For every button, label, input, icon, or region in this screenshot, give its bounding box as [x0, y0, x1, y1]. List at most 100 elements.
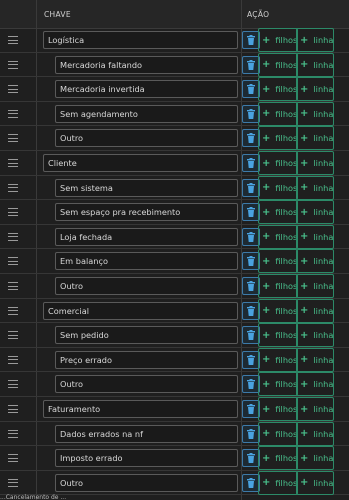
add-children-button[interactable]: + filhos: [258, 77, 298, 102]
key-field-parent[interactable]: Comercial: [43, 301, 238, 320]
key-field-child[interactable]: Preço errado: [55, 350, 238, 369]
key-field-child[interactable]: Imposto errado: [55, 449, 238, 468]
plus-icon: +: [262, 83, 271, 95]
add-row-button[interactable]: + linha: [296, 397, 334, 421]
drag-handle-icon[interactable]: [8, 306, 18, 315]
drag-handle-icon[interactable]: [8, 331, 18, 340]
plus-icon: +: [262, 206, 271, 218]
add-row-button[interactable]: + linha: [296, 421, 334, 446]
key-field-child[interactable]: Sem pedido: [55, 326, 238, 345]
drag-handle-icon[interactable]: [8, 208, 18, 217]
add-row-button[interactable]: + linha: [296, 77, 334, 102]
add-children-label: filhos: [275, 305, 298, 316]
add-children-button[interactable]: + filhos: [258, 421, 298, 446]
key-field-child[interactable]: Outro: [55, 277, 238, 295]
key-field-child[interactable]: Dados errados na nf: [55, 424, 238, 443]
trash-icon: [247, 428, 255, 439]
col-header-key: CHAVE: [44, 10, 71, 19]
add-children-button[interactable]: + filhos: [258, 323, 298, 348]
add-row-label: linha: [313, 281, 334, 291]
add-row-button[interactable]: + linha: [296, 224, 334, 249]
key-field-child[interactable]: Mercadoria invertida: [55, 80, 238, 99]
add-children-button[interactable]: + filhos: [258, 347, 298, 372]
key-field-child[interactable]: Outro: [55, 375, 238, 394]
add-row-button[interactable]: + linha: [296, 470, 334, 495]
drag-handle-icon[interactable]: [8, 109, 18, 118]
key-field-child[interactable]: Em balanço: [55, 252, 238, 271]
add-row-label: linha: [313, 477, 334, 488]
drag-handle-icon[interactable]: [8, 85, 18, 94]
drag-handle-icon[interactable]: [8, 355, 18, 364]
add-row-button[interactable]: + linha: [296, 372, 334, 397]
key-field-parent[interactable]: Logística: [43, 31, 238, 49]
plus-icon: +: [262, 280, 271, 292]
add-row-button[interactable]: + linha: [296, 52, 334, 77]
table-row: Sem agendamento + filhos + linha: [0, 101, 349, 127]
add-row-button[interactable]: + linha: [296, 126, 334, 151]
add-row-label: linha: [313, 330, 334, 341]
key-field-child[interactable]: Sem agendamento: [55, 104, 238, 123]
add-row-button[interactable]: + linha: [296, 446, 334, 471]
drag-handle-icon[interactable]: [8, 282, 18, 290]
add-children-button[interactable]: + filhos: [258, 52, 298, 77]
key-field-child[interactable]: Mercadoria faltando: [55, 55, 238, 74]
drag-handle-icon[interactable]: [8, 60, 18, 69]
plus-icon: +: [262, 182, 271, 194]
add-children-label: filhos: [275, 231, 298, 242]
trash-icon: [247, 35, 255, 45]
add-children-button[interactable]: + filhos: [258, 470, 298, 495]
drag-handle-icon[interactable]: [8, 134, 18, 143]
add-row-label: linha: [313, 182, 334, 193]
drag-handle-icon[interactable]: [8, 478, 18, 487]
add-row-button[interactable]: + linha: [296, 249, 334, 274]
drag-handle-icon[interactable]: [8, 454, 18, 463]
add-row-button[interactable]: + linha: [296, 101, 334, 126]
add-row-button[interactable]: + linha: [296, 347, 334, 372]
plus-icon: +: [262, 157, 271, 169]
drag-handle-icon[interactable]: [8, 380, 18, 389]
add-row-label: linha: [313, 84, 334, 95]
drag-handle-icon[interactable]: [8, 429, 18, 438]
add-row-button[interactable]: + linha: [296, 175, 334, 200]
add-row-button[interactable]: + linha: [296, 200, 334, 225]
drag-handle-icon[interactable]: [8, 257, 18, 266]
plus-icon: +: [300, 255, 309, 267]
key-field-child[interactable]: Loja fechada: [55, 227, 238, 246]
table-row: Comercial + filhos + linha: [0, 298, 349, 324]
drag-handle-icon[interactable]: [8, 232, 18, 241]
add-row-button[interactable]: + linha: [296, 151, 334, 175]
add-children-button[interactable]: + filhos: [258, 446, 298, 471]
add-children-button[interactable]: + filhos: [258, 126, 298, 151]
key-field-parent[interactable]: Faturamento: [43, 400, 238, 418]
add-row-button[interactable]: + linha: [296, 28, 334, 52]
add-children-button[interactable]: + filhos: [258, 274, 298, 298]
key-field-parent[interactable]: Cliente: [43, 154, 238, 172]
add-row-button[interactable]: + linha: [296, 298, 334, 323]
add-children-button[interactable]: + filhos: [258, 200, 298, 225]
key-field-child[interactable]: Sem espaço pra recebimento: [55, 203, 238, 222]
table-container: CHAVE AÇÃO Logística + filhos + linha Mercado…: [0, 0, 349, 500]
plus-icon: +: [300, 452, 309, 464]
drag-handle-icon[interactable]: [8, 183, 18, 192]
add-row-button[interactable]: + linha: [296, 323, 334, 348]
add-children-button[interactable]: + filhos: [258, 175, 298, 200]
key-field-child[interactable]: Outro: [55, 129, 238, 148]
add-children-button[interactable]: + filhos: [258, 298, 298, 323]
drag-handle-icon[interactable]: [8, 159, 18, 167]
add-children-button[interactable]: + filhos: [258, 249, 298, 274]
add-children-button[interactable]: + filhos: [258, 397, 298, 421]
plus-icon: +: [300, 157, 309, 169]
add-row-label: linha: [313, 256, 334, 267]
add-children-button[interactable]: + filhos: [258, 151, 298, 175]
add-children-button[interactable]: + filhos: [258, 101, 298, 126]
drag-handle-icon[interactable]: [8, 36, 18, 44]
add-row-button[interactable]: + linha: [296, 274, 334, 298]
key-field-child[interactable]: Outro: [55, 473, 238, 492]
key-field-child[interactable]: Sem sistema: [55, 178, 238, 197]
add-children-label: filhos: [275, 158, 298, 168]
add-children-button[interactable]: + filhos: [258, 28, 298, 52]
add-children-button[interactable]: + filhos: [258, 372, 298, 397]
plus-icon: +: [300, 34, 309, 46]
add-children-button[interactable]: + filhos: [258, 224, 298, 249]
drag-handle-icon[interactable]: [8, 405, 18, 413]
